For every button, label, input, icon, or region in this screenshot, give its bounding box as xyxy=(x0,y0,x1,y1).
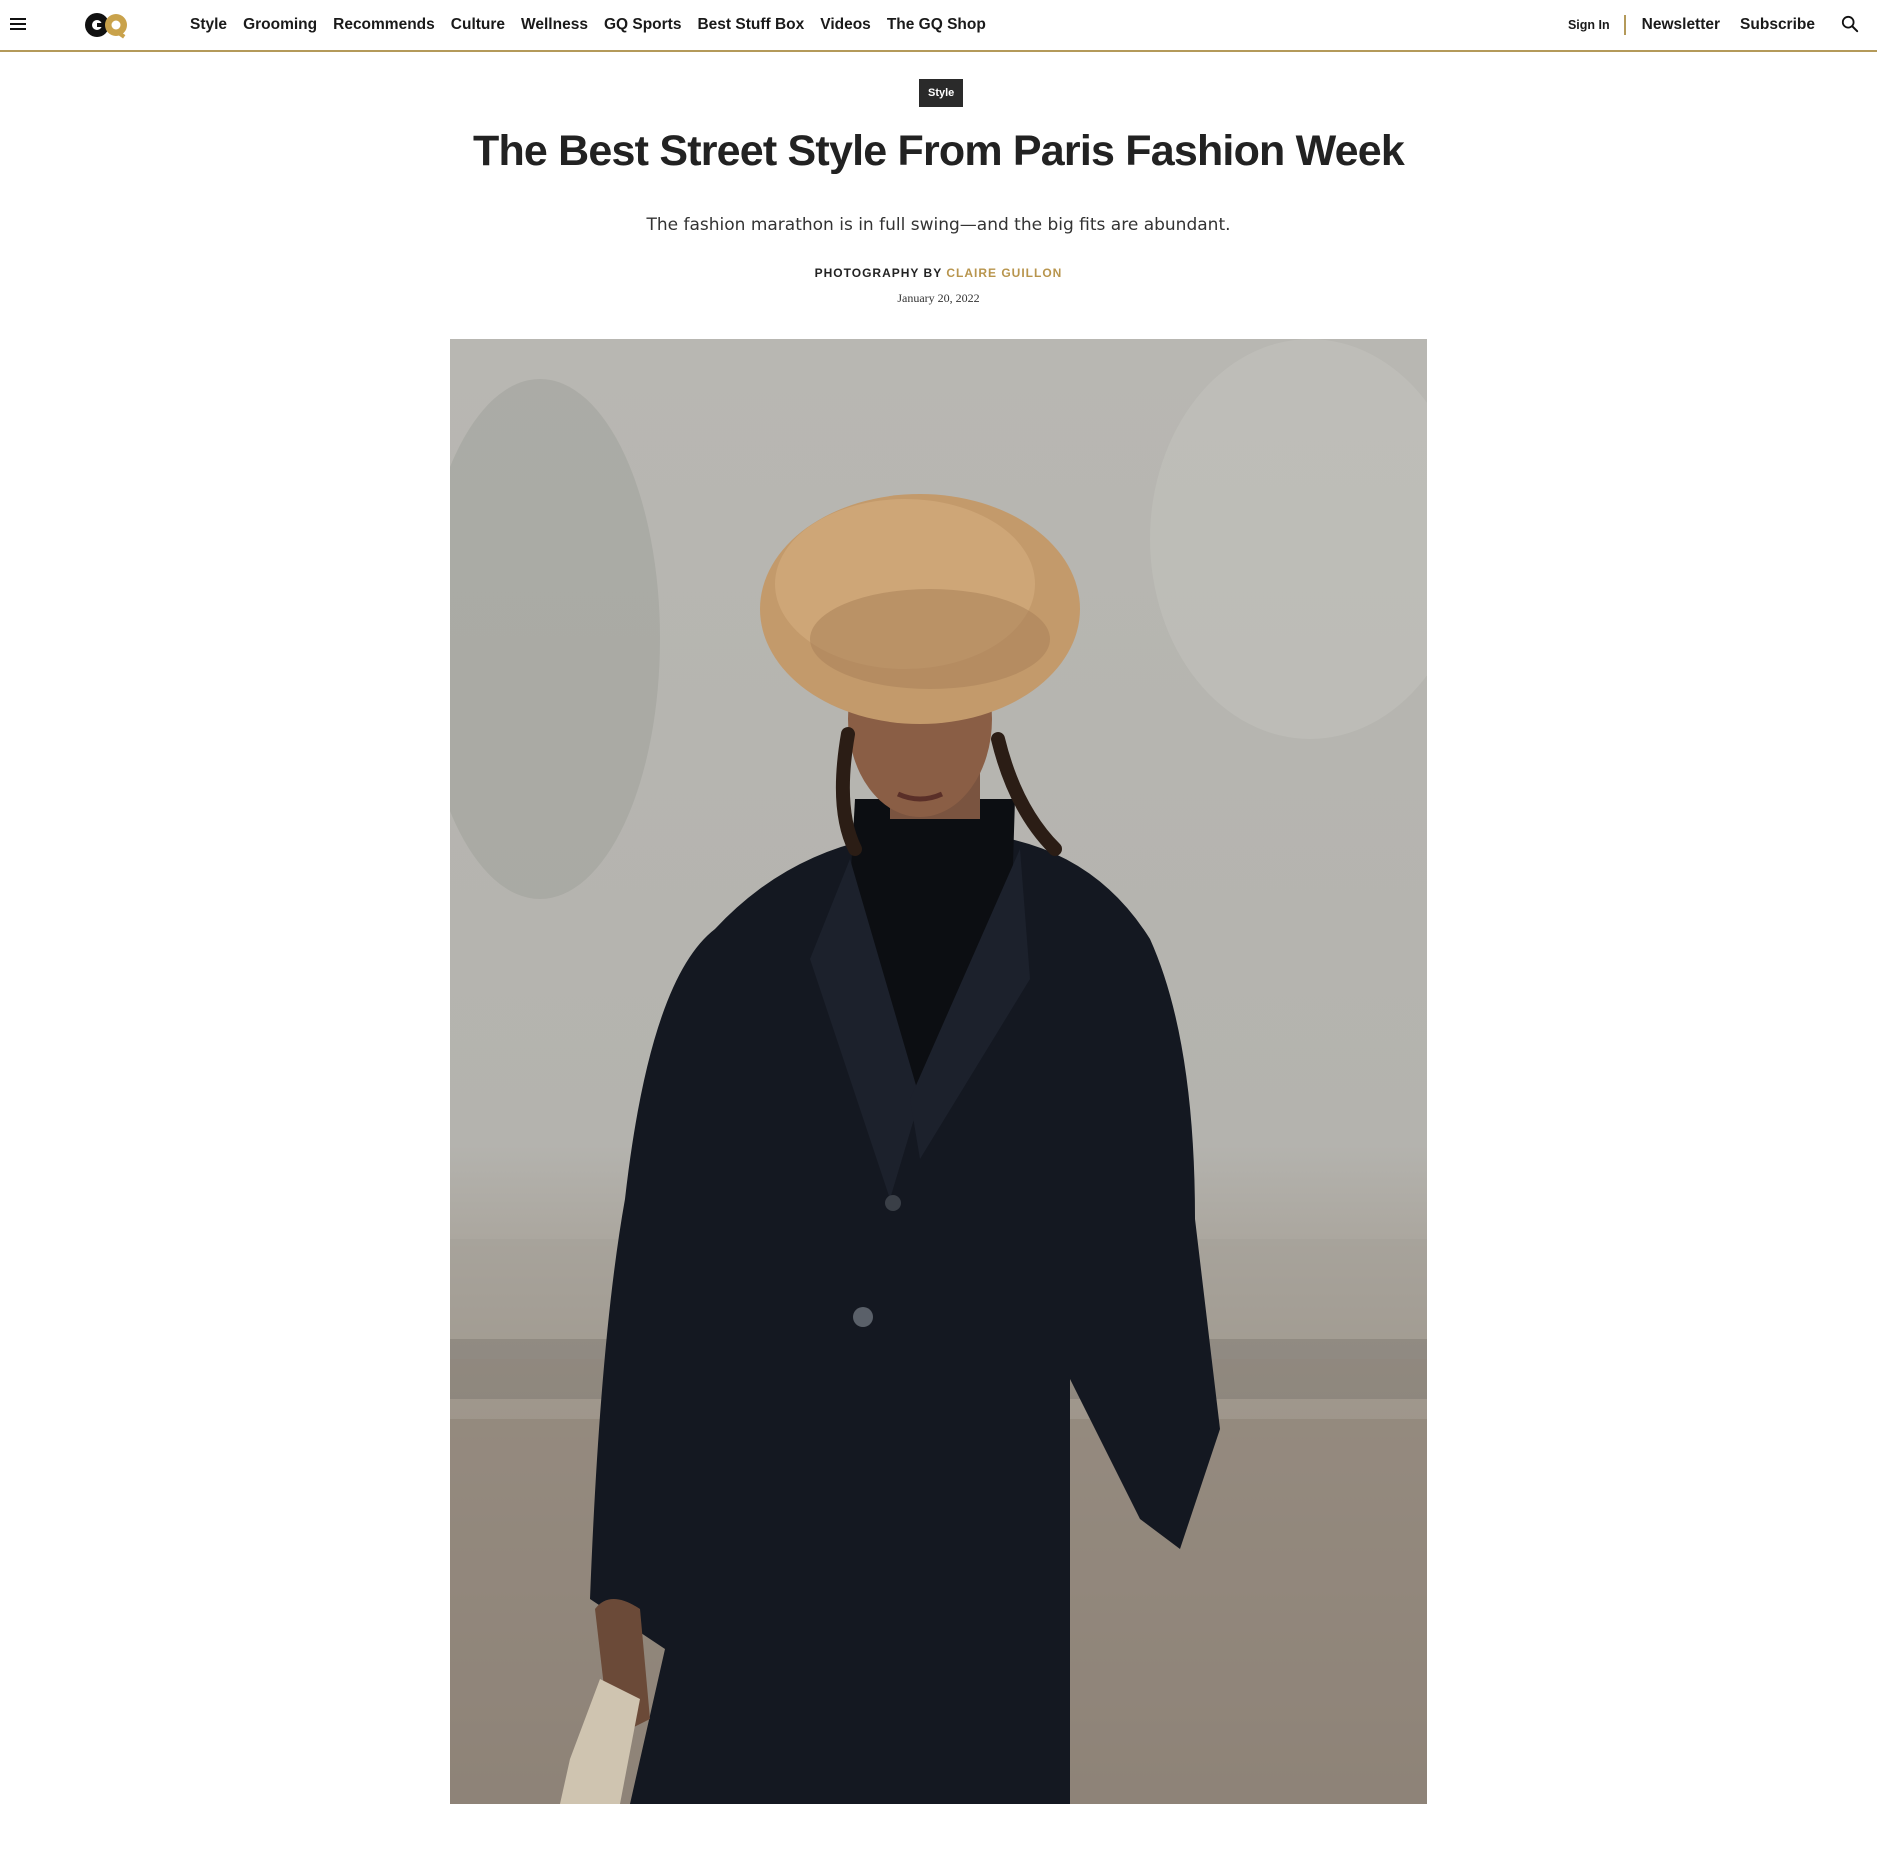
hamburger-menu-icon[interactable] xyxy=(8,14,28,34)
sign-in-link[interactable]: Sign In xyxy=(1568,18,1610,32)
publish-date: January 20, 2022 xyxy=(897,291,980,305)
street-style-photo xyxy=(450,339,1427,1804)
top-navigation: Style Grooming Recommends Culture Wellne… xyxy=(0,0,1877,52)
nav-link-gq-shop[interactable]: The GQ Shop xyxy=(887,16,986,34)
nav-link-best-stuff-box[interactable]: Best Stuff Box xyxy=(697,16,804,34)
nav-link-culture[interactable]: Culture xyxy=(451,16,505,34)
subscribe-link[interactable]: Subscribe xyxy=(1740,16,1815,34)
article-headline: The Best Street Style From Paris Fashion… xyxy=(472,127,1405,175)
article-dek: The fashion marathon is in full swing—an… xyxy=(646,215,1231,235)
gq-logo-mark xyxy=(85,13,127,39)
byline-prefix: PHOTOGRAPHY BY xyxy=(814,266,947,280)
rubric-tag[interactable]: Style xyxy=(919,79,964,107)
nav-link-grooming[interactable]: Grooming xyxy=(243,16,317,34)
lead-photo xyxy=(450,339,1427,1804)
newsletter-link[interactable]: Newsletter xyxy=(1642,16,1720,34)
byline-author-link[interactable]: CLAIRE GUILLON xyxy=(946,266,1062,280)
nav-link-style[interactable]: Style xyxy=(190,16,227,34)
byline: PHOTOGRAPHY BY CLAIRE GUILLON xyxy=(0,266,1877,280)
nav-link-wellness[interactable]: Wellness xyxy=(521,16,588,34)
primary-nav: Style Grooming Recommends Culture Wellne… xyxy=(190,0,1002,50)
nav-divider xyxy=(1623,15,1626,35)
search-icon[interactable] xyxy=(1841,15,1861,35)
nav-link-recommends[interactable]: Recommends xyxy=(333,16,435,34)
nav-link-videos[interactable]: Videos xyxy=(820,16,871,34)
magnifier-glyph xyxy=(1841,15,1859,33)
gq-logo[interactable] xyxy=(80,6,132,42)
account-nav: Sign In Newsletter Subscribe xyxy=(1568,0,1861,50)
nav-link-gq-sports[interactable]: GQ Sports xyxy=(604,16,682,34)
